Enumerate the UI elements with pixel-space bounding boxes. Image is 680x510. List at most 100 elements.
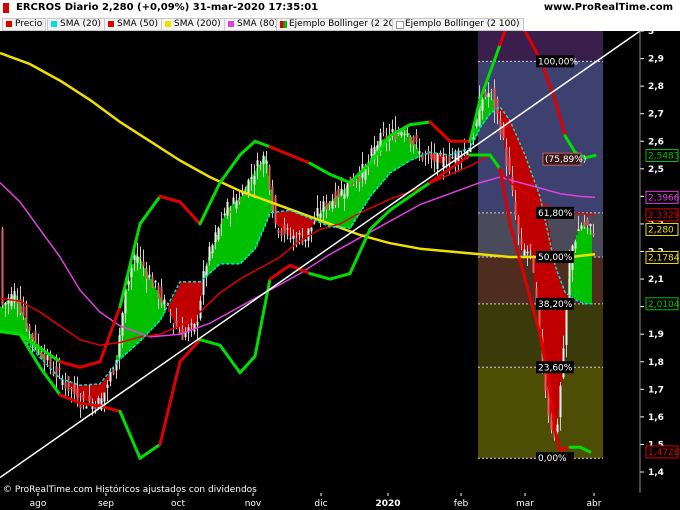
candle-body [31,333,34,340]
candle-body [391,129,394,133]
band-fill-down [94,384,96,403]
candle-body [226,201,229,216]
candle-body [556,424,559,433]
candle-body [517,216,520,235]
candle-body [49,356,52,369]
x-tick-label: sep [98,499,114,509]
band-fill-down [534,179,536,291]
candle-body [529,244,532,248]
candle-body [280,229,283,236]
candle-body [136,256,139,263]
candle-body [325,202,328,211]
price-label: 2,0104 [648,300,680,310]
candle-body [580,225,583,229]
band-fill-down [104,378,106,393]
candle-body [481,99,484,111]
legend-item-sma20[interactable]: SMA (20) [47,18,105,31]
candle-body [334,191,337,205]
candle-body [304,239,307,242]
candle-body [442,156,445,167]
candle-body [160,287,163,303]
candle-body [403,133,406,136]
legend-item-sma200[interactable]: SMA (200) [161,18,225,31]
legend-swatch-icon [396,21,404,29]
candle-body [256,160,259,167]
y-tick-label: 1,9 [648,330,664,340]
candle-body [145,268,148,280]
x-tick-label: abr [587,499,602,509]
candle-body [355,180,358,182]
band-fill-down [280,211,282,229]
fib-label: 50,00% [538,253,573,263]
candle-body [436,154,439,170]
candle-body [259,169,262,171]
candle-body [502,126,505,139]
candle-body [484,91,487,97]
band-fill-down [188,281,190,332]
candle-body [220,222,223,224]
candle-body [61,379,64,386]
candle-body [103,392,106,402]
band-fill-down [278,211,280,227]
band-fill-down [304,215,306,238]
legend-swatch-icon [280,21,287,28]
candle-body [193,324,196,332]
y-tick-label: 2,8 [648,82,664,92]
band-fill-down [526,157,528,252]
y-tick-label: 1,6 [648,413,664,423]
price-chart[interactable]: 100,00% (75,89%) 61,80% 50,00% 38,20% 23,60% 0… [0,31,680,510]
candle-body [172,323,175,325]
legend-item-price[interactable]: Precio [2,18,47,31]
candle-body [559,385,562,418]
band-fill-up [232,203,234,264]
candle-body [286,228,289,230]
band-fill-up [252,174,254,252]
candle-body [430,154,433,159]
fib-label: 61,80% [538,209,573,219]
candle-body [586,218,589,226]
band-fill-up [258,164,260,242]
candle-body [532,256,535,273]
candle-body [370,148,373,156]
y-tick-label: 2,9 [648,55,664,65]
band-fill-up [0,306,2,332]
legend-swatch-icon [165,21,171,27]
candle-body [154,280,157,283]
band-fill-up [154,286,156,327]
band-fill-down [510,120,512,183]
candle-body [346,182,349,197]
candle-body [22,305,25,317]
site-link[interactable]: www.ProRealTime.com [544,2,673,13]
legend-item-bollinger-100[interactable]: Ejemplo Bollinger (2 100) [392,18,524,31]
candle-body [487,93,490,98]
y-tick-label: 3 [648,31,654,37]
fib-zone [478,367,603,459]
band-fill-up [578,229,580,301]
candle-body [232,197,235,204]
candle-body [343,194,346,199]
candle-body [331,201,334,209]
candle-body [412,136,415,146]
candle-body [298,233,301,235]
band-fill-up [138,257,140,343]
candle-body [520,239,523,245]
band-fill-down [528,163,530,252]
band-fill-up [414,144,416,159]
band-fill-up [586,227,588,304]
y-tick-label: 1,7 [648,385,664,395]
legend-item-bollinger-20[interactable]: Ejemplo Bollinger (2 20) [276,18,402,31]
band-fill-down [294,211,296,238]
candle-body [514,201,517,216]
candle-body [583,221,586,227]
legend-item-sma50[interactable]: SMA (50) [104,18,162,31]
band-fill-up [140,260,142,342]
band-fill-up [582,225,584,303]
candle-body [73,384,76,395]
candle-body [409,136,412,144]
legend-item-sma80[interactable]: SMA (80) [224,18,282,31]
candle-body [151,276,154,288]
band-fill-up [484,96,486,122]
band-fill-up [234,201,236,264]
candle-body [421,153,424,161]
candle-body [85,406,88,409]
